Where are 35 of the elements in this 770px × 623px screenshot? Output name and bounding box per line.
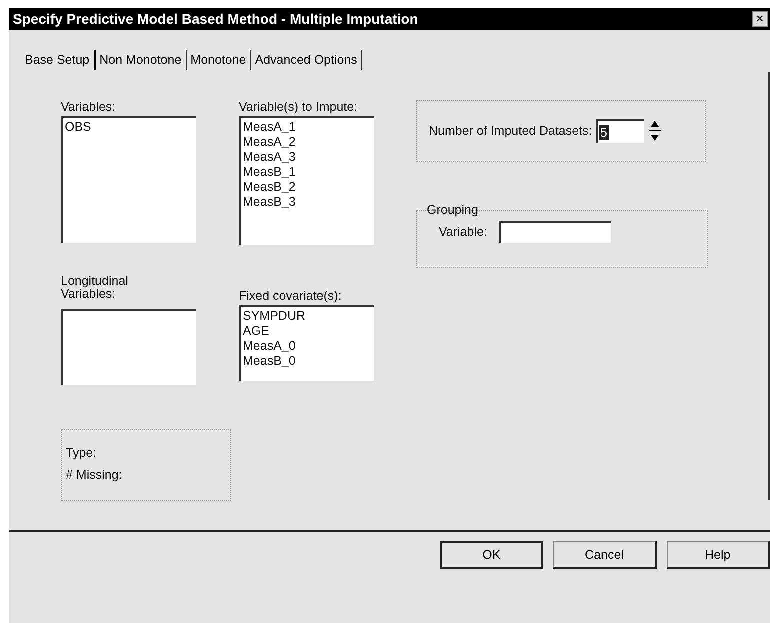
input-field[interactable] xyxy=(499,221,612,243)
list-item[interactable]: OBS xyxy=(65,120,194,135)
tab[interactable]: Non Monotone xyxy=(96,50,187,70)
list-item[interactable]: MeasB_0 xyxy=(243,354,372,369)
dialog-button[interactable]: Help xyxy=(666,541,770,569)
field-label: # Missing: xyxy=(66,468,124,482)
field-label: Variable(s) to Impute: xyxy=(239,100,359,114)
field-label: Variables: xyxy=(61,100,117,114)
dialog-button[interactable]: OK xyxy=(440,541,544,569)
list-item[interactable]: MeasA_0 xyxy=(243,339,372,354)
tab[interactable]: Base Setup xyxy=(21,50,96,70)
tab[interactable]: Monotone xyxy=(186,50,252,70)
list-item[interactable]: MeasB_2 xyxy=(243,180,372,195)
list-item[interactable]: MeasA_3 xyxy=(243,150,372,165)
field-label: Number of Imputed Datasets: xyxy=(429,124,592,138)
list-box[interactable]: MeasA_1 MeasA_2 MeasA_3 MeasB_1 MeasB_2 MeasB_3 xyxy=(239,116,374,245)
list-item[interactable]: MeasB_3 xyxy=(243,195,372,210)
tab[interactable]: Advanced Options xyxy=(251,50,362,70)
close-button[interactable]: × xyxy=(752,11,768,27)
field-label: Fixed covariate(s): xyxy=(239,289,343,303)
field-label: Longitudinal Variables: xyxy=(61,275,130,301)
window-title: Specify Predictive Model Based Method - Multiple Imputation xyxy=(13,11,418,27)
dialog-button[interactable]: Cancel xyxy=(553,541,657,569)
list-box[interactable]: OBS xyxy=(61,116,196,243)
field-label: Variable: xyxy=(439,225,488,239)
field-label: Type: xyxy=(66,446,98,460)
list-item[interactable]: SYMPDUR xyxy=(243,309,372,324)
list-item[interactable]: MeasB_1 xyxy=(243,165,372,180)
list-box[interactable]: SYMPDUR AGE MeasA_0 MeasB_0 xyxy=(239,305,374,381)
group-title: Grouping xyxy=(427,203,480,217)
list-item[interactable]: MeasA_2 xyxy=(243,135,372,150)
list-item[interactable]: MeasA_1 xyxy=(243,120,372,135)
list-item[interactable]: AGE xyxy=(243,324,372,339)
list-box[interactable] xyxy=(61,309,196,385)
spin-field[interactable]: 5 xyxy=(596,119,644,143)
